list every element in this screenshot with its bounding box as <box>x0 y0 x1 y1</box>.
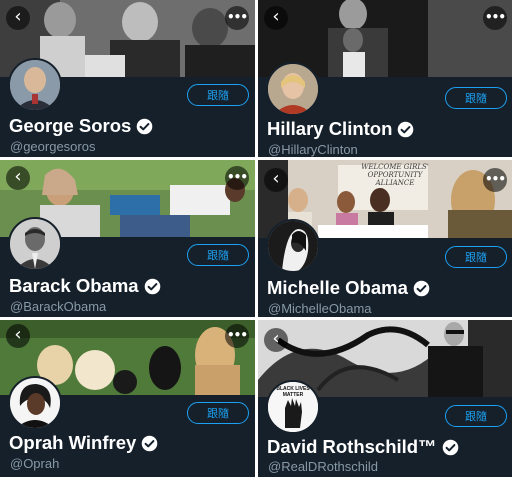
back-arrow-icon[interactable]: ‹ <box>6 324 30 348</box>
avatar-text: BLACK LIVES MATTER <box>276 386 310 398</box>
verified-badge-icon <box>144 278 160 294</box>
verified-badge-icon <box>442 439 458 455</box>
verified-badge-icon <box>137 118 153 134</box>
profile-card-barack-obama: ‹ ••• 跟隨 Barack Obama @BarackObama <box>0 160 255 317</box>
more-options-icon[interactable]: ••• <box>483 168 507 192</box>
avatar[interactable] <box>266 219 320 273</box>
follow-button[interactable]: 跟隨 <box>445 246 507 268</box>
display-name: Hillary Clinton <box>267 118 414 140</box>
avatar[interactable] <box>266 62 320 116</box>
more-options-icon[interactable]: ••• <box>225 324 249 348</box>
follow-button[interactable]: 跟隨 <box>187 244 249 266</box>
avatar[interactable]: BLACK LIVES MATTER <box>266 380 320 434</box>
profile-card-david-rothschild: ‹ ••• BLACK LIVES MATTER 跟隨 David Rothsc… <box>258 320 512 477</box>
handle: @BarackObama <box>10 299 107 314</box>
follow-button[interactable]: 跟隨 <box>187 84 249 106</box>
verified-badge-icon <box>398 121 414 137</box>
back-arrow-icon[interactable]: ‹ <box>6 6 30 30</box>
more-options-icon[interactable]: ••• <box>483 6 507 30</box>
display-name: Oprah Winfrey <box>9 432 158 454</box>
back-arrow-icon[interactable]: ‹ <box>264 6 288 30</box>
avatar[interactable] <box>8 217 62 271</box>
display-name-text: Michelle Obama <box>267 277 408 298</box>
verified-badge-icon <box>142 435 158 451</box>
follow-button[interactable]: 跟隨 <box>445 87 507 109</box>
avatar[interactable] <box>8 58 62 112</box>
display-name: David Rothschild™ <box>267 436 459 458</box>
display-name: Barack Obama <box>9 275 161 297</box>
handle: @georgesoros <box>10 139 96 154</box>
display-name-text: Hillary Clinton <box>267 118 393 139</box>
profile-card-george-soros: ‹ ••• 跟隨 George Soros @georgesoros <box>0 0 255 157</box>
handle: @RealDRothschild <box>268 459 379 474</box>
profile-card-oprah-winfrey: ‹ ••• 跟隨 Oprah Winfrey @Oprah <box>0 320 255 477</box>
display-name: George Soros <box>9 115 153 137</box>
display-name-text: Oprah Winfrey <box>9 432 137 453</box>
follow-button[interactable]: 跟隨 <box>187 402 249 424</box>
display-name-text: David Rothschild™ <box>267 436 437 457</box>
verified-badge-icon <box>413 280 430 296</box>
back-arrow-icon[interactable]: ‹ <box>264 168 288 192</box>
display-name-text: George Soros <box>9 115 132 136</box>
handle: @MichelleObama <box>268 301 372 316</box>
avatar[interactable] <box>8 376 62 430</box>
display-name: Michelle Obama <box>267 277 430 299</box>
more-options-icon[interactable]: ••• <box>225 166 249 190</box>
profile-card-michelle-obama: WELCOME GIRLS' OPPORTUNITY ALLIANCE ‹ ••… <box>258 160 512 317</box>
handle: @HillaryClinton <box>268 142 358 157</box>
profile-card-hillary-clinton: ‹ ••• 跟隨 Hillary Clinton @HillaryClinton <box>258 0 512 157</box>
back-arrow-icon[interactable]: ‹ <box>264 328 288 352</box>
follow-button[interactable]: 跟隨 <box>445 405 507 427</box>
back-arrow-icon[interactable]: ‹ <box>6 166 30 190</box>
more-options-icon[interactable]: ••• <box>225 6 249 30</box>
handle: @Oprah <box>10 456 60 471</box>
display-name-text: Barack Obama <box>9 275 139 296</box>
banner-sign-text: WELCOME GIRLS' OPPORTUNITY ALLIANCE <box>361 163 429 187</box>
